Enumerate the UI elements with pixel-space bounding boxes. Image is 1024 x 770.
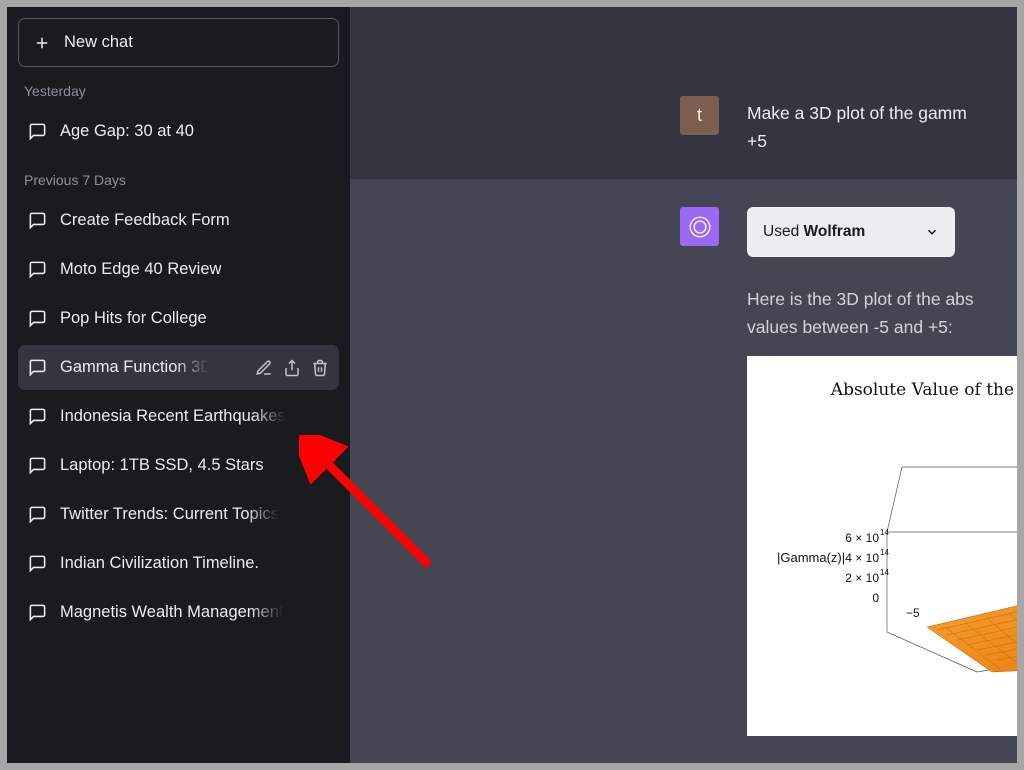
assistant-avatar — [680, 207, 719, 246]
section-label-yesterday: Yesterday — [18, 67, 339, 107]
chat-item-label: Create Feedback Form — [60, 211, 230, 230]
used-tool-badge[interactable]: Used Wolfram — [747, 207, 955, 257]
chat-item-label: Indonesia Recent Earthquakes — [60, 407, 286, 426]
user-avatar: t — [680, 96, 719, 135]
assistant-message-content: Used Wolfram Here is the 3D plot of the … — [747, 207, 1017, 736]
chat-item-active[interactable]: Gamma Function 3D — [18, 345, 339, 390]
user-message-row: t Make a 3D plot of the gamm +5 — [350, 72, 1017, 179]
chat-icon — [28, 554, 47, 573]
main-panel: t Make a 3D plot of the gamm +5 — [350, 7, 1017, 763]
plot-3d-surface: 6 × 1014 4 × 1014 2 × 1014 0 −5 |Gamma(z… — [777, 412, 1017, 712]
chat-item[interactable]: Laptop: 1TB SSD, 4.5 Stars — [18, 443, 339, 488]
chat-item[interactable]: Create Feedback Form — [18, 198, 339, 243]
chat-item-label: Age Gap: 30 at 40 — [60, 122, 194, 141]
plot-title: Absolute Value of the Ga — [777, 376, 1017, 404]
chat-item[interactable]: Twitter Trends: Current Topics — [18, 492, 339, 537]
new-chat-label: New chat — [64, 33, 133, 52]
edit-icon[interactable] — [255, 359, 273, 377]
assistant-line: values between -5 and +5: — [747, 313, 1017, 342]
section-label-previous7: Previous 7 Days — [18, 156, 339, 196]
chat-item-label: Gamma Function 3D — [60, 358, 212, 377]
app-window: New chat Yesterday Age Gap: 30 at 40 Pre… — [7, 7, 1017, 763]
svg-text:14: 14 — [880, 548, 889, 557]
sidebar: New chat Yesterday Age Gap: 30 at 40 Pre… — [7, 7, 350, 763]
plus-icon — [33, 34, 51, 52]
svg-text:4 × 10: 4 × 10 — [845, 551, 879, 565]
chevron-down-icon — [925, 225, 939, 239]
chat-item-label: Magnetis Wealth Management — [60, 603, 283, 622]
assistant-message-row: Used Wolfram Here is the 3D plot of the … — [350, 179, 1017, 760]
chat-icon — [28, 309, 47, 328]
chat-icon — [28, 358, 47, 377]
user-avatar-letter: t — [697, 105, 702, 126]
chat-icon — [28, 505, 47, 524]
svg-text:−5: −5 — [906, 606, 920, 620]
plot-image: Absolute Value of the Ga — [747, 356, 1017, 736]
user-message-text: Make a 3D plot of the gamm +5 — [747, 96, 967, 155]
chat-item[interactable]: Pop Hits for College — [18, 296, 339, 341]
svg-text:14: 14 — [880, 568, 889, 577]
trash-icon[interactable] — [311, 359, 329, 377]
chat-icon — [28, 211, 47, 230]
chat-item-actions — [255, 359, 329, 377]
chat-item[interactable]: Magnetis Wealth Management — [18, 590, 339, 635]
chat-icon — [28, 260, 47, 279]
assistant-line: Here is the 3D plot of the abs — [747, 285, 1017, 314]
chat-item[interactable]: Indian Civilization Timeline. — [18, 541, 339, 586]
chat-item-label: Pop Hits for College — [60, 309, 207, 328]
chat-icon — [28, 122, 47, 141]
openai-logo-icon — [687, 214, 713, 240]
used-tool-text: Used Wolfram — [763, 219, 865, 245]
chat-item-label: Laptop: 1TB SSD, 4.5 Stars — [60, 456, 264, 475]
svg-text:0: 0 — [872, 591, 879, 605]
chat-icon — [28, 407, 47, 426]
chat-item-label: Twitter Trends: Current Topics — [60, 505, 279, 524]
top-strip — [350, 7, 1017, 72]
chat-icon — [28, 603, 47, 622]
chat-item-label: Indian Civilization Timeline. — [60, 554, 259, 573]
share-icon[interactable] — [283, 359, 301, 377]
chat-item[interactable]: Age Gap: 30 at 40 — [18, 109, 339, 154]
chat-item[interactable]: Moto Edge 40 Review — [18, 247, 339, 292]
chat-item[interactable]: Indonesia Recent Earthquakes — [18, 394, 339, 439]
svg-text:|Gamma(z)|: |Gamma(z)| — [777, 550, 845, 565]
svg-text:14: 14 — [880, 528, 889, 537]
svg-text:2 × 10: 2 × 10 — [845, 571, 879, 585]
chat-icon — [28, 456, 47, 475]
new-chat-button[interactable]: New chat — [18, 18, 339, 67]
svg-text:6 × 10: 6 × 10 — [845, 531, 879, 545]
chat-item-label: Moto Edge 40 Review — [60, 260, 221, 279]
